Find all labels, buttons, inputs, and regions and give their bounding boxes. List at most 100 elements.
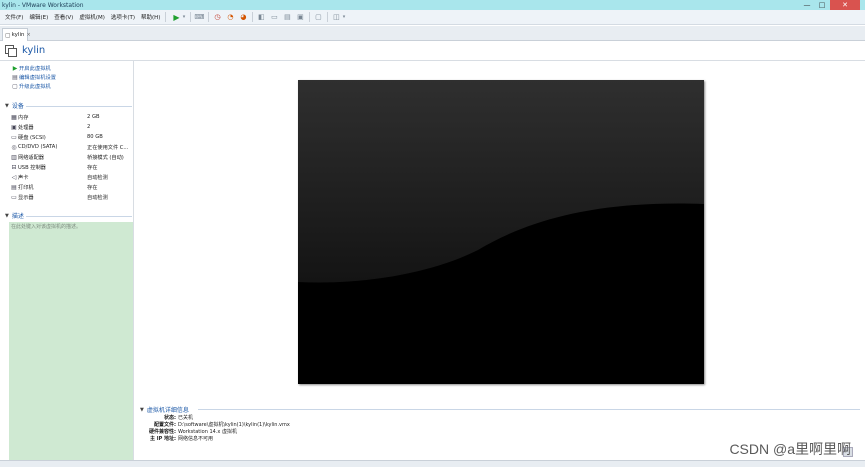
menu-help[interactable]: 帮助(H) <box>141 13 160 21</box>
toolbar-separator <box>165 12 167 22</box>
device-value: 正在使用文件 C... <box>87 144 129 151</box>
tab-close-icon[interactable]: × <box>26 32 30 38</box>
menu-vm[interactable]: 虚拟机(M) <box>79 13 105 21</box>
vm-tab-icon: ▢ <box>5 31 11 39</box>
detail-label: 主 IP 地址: <box>149 436 176 442</box>
edit-settings-command[interactable]: ▤ 编辑虚拟机设置 <box>12 73 57 82</box>
sound-icon: ◁ <box>11 173 17 181</box>
detail-row-config: 配置文件: D:\software\虚拟机\kylin(1)\kylin(1)\… <box>140 421 290 428</box>
fullscreen-icon[interactable]: ▣ <box>295 12 305 22</box>
details-section-title: 虚拟机详细信息 <box>146 407 189 414</box>
menu-tabs[interactable]: 选项卡(T) <box>111 13 135 21</box>
library-view-icon[interactable]: ◧ <box>256 12 266 22</box>
console-icon[interactable]: ▢ <box>313 12 323 22</box>
device-value: 存在 <box>87 164 98 171</box>
send-keys-icon[interactable]: ⌨ <box>194 12 204 22</box>
device-name: 硬盘 (SCSI) <box>18 134 46 141</box>
detail-row-hardware: 硬件兼容性: Workstation 14.x 虚拟机 <box>140 428 237 435</box>
network-icon: ▥ <box>11 153 17 161</box>
description-placeholder: 在此处键入对该虚拟机的描述。 <box>11 224 82 230</box>
unity-icon[interactable]: ◫ <box>331 12 341 22</box>
tab-bar: ▢ kylin × <box>0 26 865 41</box>
device-name: 显示器 <box>18 194 34 201</box>
device-value: 自动检测 <box>87 174 108 181</box>
status-bar <box>0 460 865 467</box>
device-value: 存在 <box>87 184 98 191</box>
device-name: CD/DVD (SATA) <box>18 144 58 150</box>
devices-section-header[interactable]: ▼ 设备 <box>5 101 24 111</box>
detail-label: 配置文件: <box>154 422 176 428</box>
minimize-button[interactable]: — <box>800 0 814 10</box>
tab-label: kylin <box>11 32 25 38</box>
manage-snapshots-icon[interactable]: ◕ <box>238 12 248 22</box>
maximize-icon: □ <box>818 1 826 9</box>
device-row-cdrom[interactable]: ◎ CD/DVD (SATA) 正在使用文件 C... <box>10 142 134 152</box>
device-row-display[interactable]: ▭ 显示器 自动检测 <box>10 192 134 202</box>
menu-file[interactable]: 文件(F) <box>5 13 23 21</box>
device-value: 2 <box>87 124 91 130</box>
maximize-button[interactable]: □ <box>815 0 829 10</box>
power-on-command[interactable]: ▶ 开启此虚拟机 <box>12 64 51 73</box>
device-name: 网络适配器 <box>18 154 44 161</box>
menu-bar: 文件(F) 编辑(E) 查看(V) 虚拟机(M) 选项卡(T) 帮助(H) ▶ … <box>0 10 865 25</box>
printer-icon: ▤ <box>11 183 17 191</box>
close-button[interactable]: ✕ <box>830 0 860 10</box>
detail-value: Workstation 14.x 虚拟机 <box>178 429 237 435</box>
device-row-cpu[interactable]: ▣ 处理器 2 <box>10 122 134 132</box>
toolbar-separator <box>208 12 210 22</box>
detail-row-ip: 主 IP 地址: 网络信息不可用 <box>140 435 213 442</box>
hdd-icon: ▭ <box>11 133 17 141</box>
collapse-icon: ▼ <box>5 102 9 109</box>
tab-kylin[interactable]: ▢ kylin × <box>2 28 31 41</box>
description-textarea[interactable]: 在此处键入对该虚拟机的描述。 <box>9 222 133 460</box>
collapse-icon: ▼ <box>140 406 144 413</box>
power-on-icon[interactable]: ▶ <box>171 12 181 22</box>
toolbar-separator <box>190 12 192 22</box>
tabs-view-icon[interactable]: ▤ <box>282 12 292 22</box>
menu-edit[interactable]: 编辑(E) <box>29 13 48 21</box>
device-row-memory[interactable]: ▦ 内存 2 GB <box>10 112 134 122</box>
toolbar-separator <box>327 12 329 22</box>
toolbar-separator <box>252 12 254 22</box>
settings-icon: ▤ <box>12 73 18 81</box>
vm-screen-preview[interactable] <box>298 80 704 384</box>
revert-snapshot-icon[interactable]: ◔ <box>225 12 235 22</box>
devices-section-title: 设备 <box>11 103 24 110</box>
close-icon: ✕ <box>842 1 848 9</box>
upgrade-command[interactable]: ▢ 升级此虚拟机 <box>12 82 51 91</box>
minimize-icon: — <box>803 1 811 9</box>
vm-icon <box>5 44 17 57</box>
description-section-header[interactable]: ▼ 描述 <box>5 211 24 221</box>
snapshot-icon[interactable]: ◷ <box>212 12 222 22</box>
dropdown-icon[interactable]: ▾ <box>341 12 346 22</box>
command-label: 开启此虚拟机 <box>19 66 51 72</box>
vm-header: kylin <box>0 41 865 61</box>
device-value: 自动检测 <box>87 194 108 201</box>
detail-value: D:\software\虚拟机\kylin(1)\kylin(1)\kylin.… <box>178 422 290 428</box>
device-name: 处理器 <box>18 124 34 131</box>
upgrade-icon: ▢ <box>12 82 18 90</box>
detail-label: 状态: <box>164 415 176 421</box>
collapse-icon: ▼ <box>5 212 9 219</box>
device-row-sound[interactable]: ◁ 声卡 自动检测 <box>10 172 134 182</box>
device-name: 声卡 <box>18 174 29 181</box>
command-label: 编辑虚拟机设置 <box>19 75 57 81</box>
description-section-title: 描述 <box>11 213 24 220</box>
detail-value: 已关机 <box>178 415 194 421</box>
watermark: CSDN @a里啊里啊 <box>729 441 851 457</box>
details-section-header[interactable]: ▼ 虚拟机详细信息 <box>140 405 189 415</box>
device-row-usb[interactable]: ⊟ USB 控制器 存在 <box>10 162 134 172</box>
window-title: kylin - VMware Workstation <box>2 1 84 9</box>
command-label: 升级此虚拟机 <box>19 84 51 90</box>
display-icon: ▭ <box>11 193 17 201</box>
detail-label: 硬件兼容性: <box>148 429 176 435</box>
device-row-network[interactable]: ▥ 网络适配器 桥接模式 (自动) <box>10 152 134 162</box>
detail-value: 网络信息不可用 <box>178 436 214 442</box>
dropdown-icon[interactable]: ▾ <box>181 12 186 22</box>
device-row-printer[interactable]: ▤ 打印机 存在 <box>10 182 134 192</box>
device-row-hdd[interactable]: ▭ 硬盘 (SCSI) 80 GB <box>10 132 134 142</box>
thumbnail-view-icon[interactable]: ▭ <box>269 12 279 22</box>
menu-view[interactable]: 查看(V) <box>54 13 73 21</box>
section-divider <box>26 216 132 217</box>
device-name: USB 控制器 <box>18 164 46 171</box>
